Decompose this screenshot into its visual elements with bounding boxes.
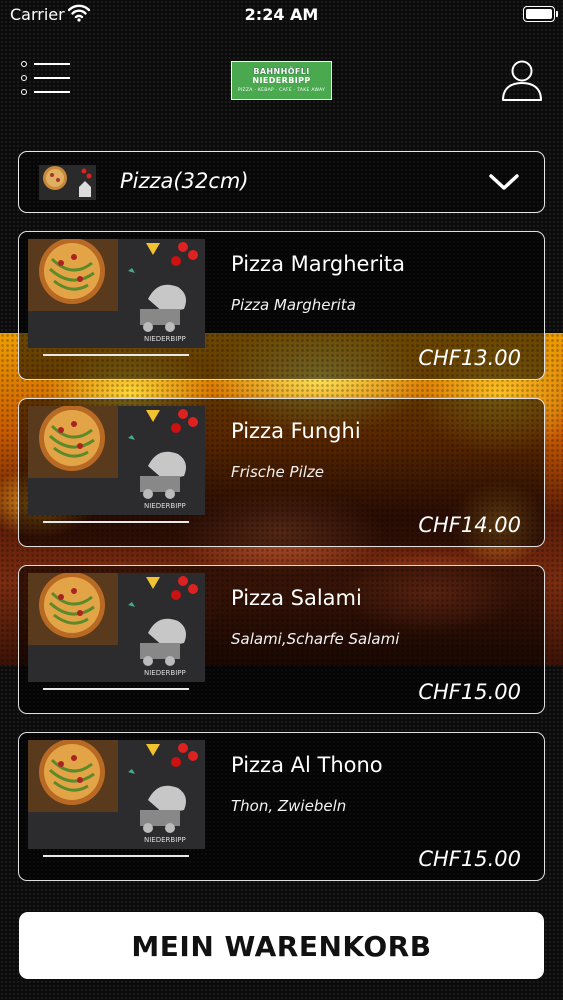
user-icon: [502, 60, 542, 101]
product-card[interactable]: NIEDERBIPP Pizza Funghi Frische Pilze CH…: [18, 398, 545, 547]
menu-button[interactable]: [18, 58, 72, 98]
cart-button[interactable]: MEIN WARENKORB: [19, 912, 544, 979]
battery-icon: [523, 6, 558, 22]
status-time: 2:24 AM: [244, 5, 319, 24]
restaurant-logo[interactable]: BAHNHÖFLI NIEDERBIPP PIZZA · KEBAP · CAF…: [231, 61, 332, 100]
product-image: NIEDERBIPP: [28, 406, 205, 515]
svg-text:NIEDERBIPP: NIEDERBIPP: [144, 335, 186, 343]
product-card[interactable]: NIEDERBIPP Pizza Margherita Pizza Marghe…: [18, 231, 545, 380]
logo-line-1: BAHNHÖFLI: [253, 67, 310, 76]
chevron-down-icon: [489, 174, 519, 190]
product-name: Pizza Salami: [231, 586, 362, 610]
product-name: Pizza Al Thono: [231, 753, 383, 777]
product-price: CHF15.00: [418, 680, 521, 704]
product-image: NIEDERBIPP: [28, 239, 205, 348]
image-divider: [43, 354, 189, 356]
product-description: Thon, Zwiebeln: [231, 797, 347, 815]
product-description: Frische Pilze: [231, 463, 325, 481]
product-name: Pizza Margherita: [231, 252, 406, 276]
product-card[interactable]: NIEDERBIPP Pizza Salami Salami,Scharfe S…: [18, 565, 545, 714]
product-image: NIEDERBIPP: [28, 740, 205, 849]
category-dropdown[interactable]: Pizza(32cm): [18, 151, 545, 213]
product-description: Pizza Margherita: [231, 296, 356, 314]
svg-text:NIEDERBIPP: NIEDERBIPP: [144, 502, 186, 510]
category-thumbnail: [39, 165, 96, 200]
svg-text:NIEDERBIPP: NIEDERBIPP: [144, 669, 186, 677]
logo-line-2: NIEDERBIPP: [252, 76, 311, 85]
image-divider: [43, 855, 189, 857]
logo-tagline: PIZZA · KEBAP · CAFE · TAKE AWAY: [237, 88, 326, 93]
user-profile-button[interactable]: [500, 58, 544, 102]
image-divider: [43, 521, 189, 523]
svg-text:NIEDERBIPP: NIEDERBIPP: [144, 836, 186, 844]
category-label: Pizza(32cm): [120, 169, 249, 193]
image-divider: [43, 688, 189, 690]
product-price: CHF14.00: [418, 513, 521, 537]
product-price: CHF13.00: [418, 346, 521, 370]
product-price: CHF15.00: [418, 847, 521, 871]
product-name: Pizza Funghi: [231, 419, 361, 443]
product-image: NIEDERBIPP: [28, 573, 205, 682]
status-bar: Carrier 2:24 AM: [0, 0, 563, 30]
product-description: Salami,Scharfe Salami: [231, 630, 400, 648]
product-card[interactable]: NIEDERBIPP Pizza Al Thono Thon, Zwiebeln…: [18, 732, 545, 881]
